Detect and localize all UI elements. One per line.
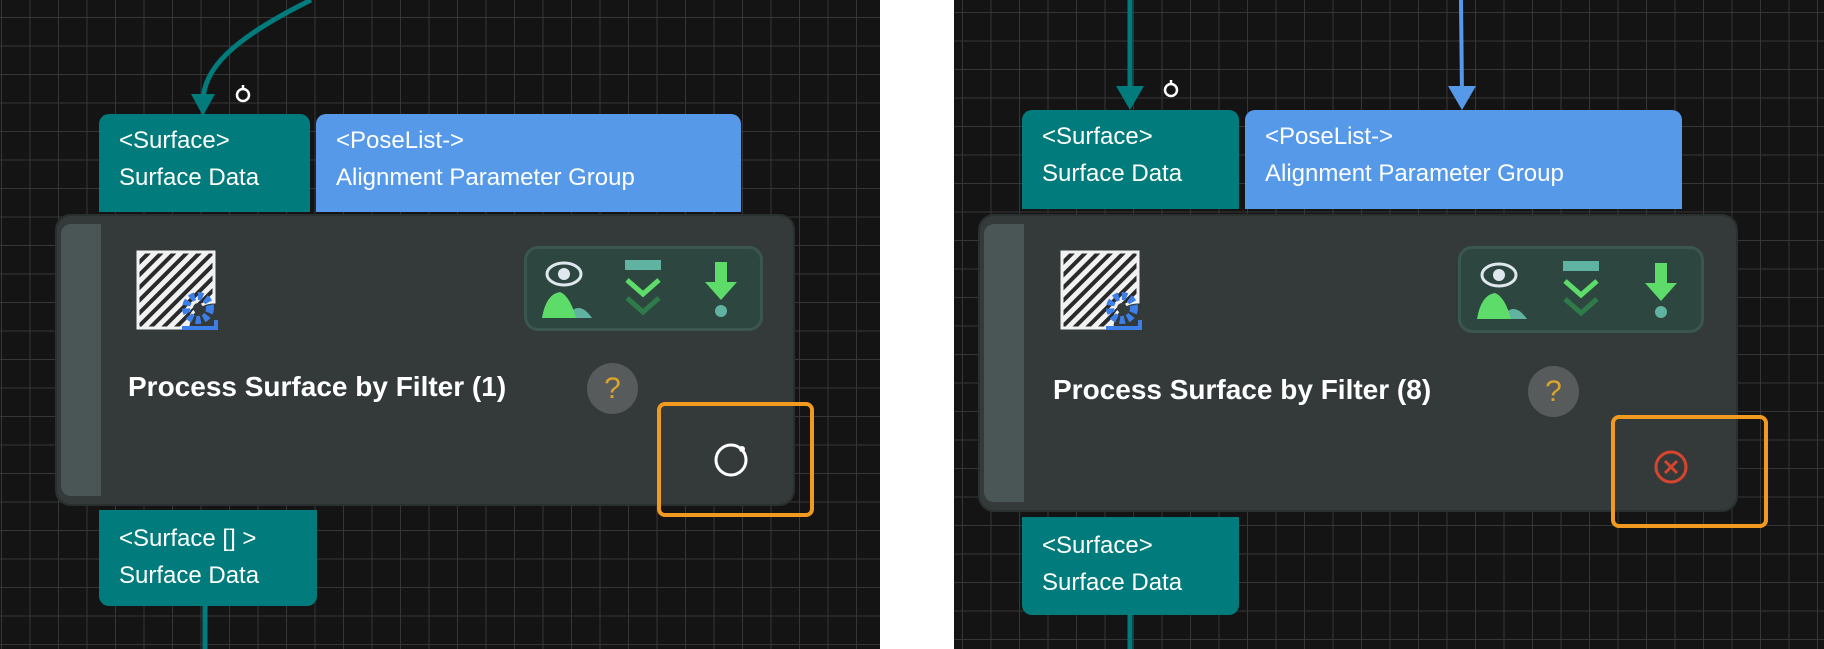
surface-filter-icon — [1060, 250, 1142, 330]
left-canvas: <Surface> Surface Data <PoseList-> Align… — [0, 0, 880, 649]
arrow-head — [191, 94, 215, 116]
port-name: Surface Data — [1042, 569, 1183, 596]
port-name: Surface Data — [119, 562, 260, 589]
download-icon[interactable] — [693, 258, 749, 320]
node-title: Process Surface by Filter (1) — [128, 371, 507, 402]
help-button[interactable]: ? — [1528, 366, 1579, 417]
port-type: <Surface> — [119, 127, 230, 154]
status-highlight-box — [1611, 415, 1768, 528]
download-icon[interactable] — [1633, 259, 1689, 321]
output-port-surface[interactable]: <Surface [] > Surface Data — [99, 510, 317, 606]
input-port-poselist[interactable]: <PoseList-> Alignment Parameter Group — [1245, 110, 1682, 209]
right-canvas: <Surface> Surface Data <PoseList-> Align… — [954, 0, 1824, 649]
input-wire — [200, 0, 313, 103]
node-side-strip — [61, 224, 101, 496]
surface-filter-icon — [136, 250, 218, 330]
small-refresh-icon — [1163, 80, 1179, 98]
small-refresh-icon — [235, 85, 251, 103]
port-name: Alignment Parameter Group — [336, 164, 635, 191]
port-name: Surface Data — [119, 164, 260, 191]
input-wire-poselist — [1459, 0, 1464, 97]
input-port-poselist[interactable]: <PoseList-> Alignment Parameter Group — [316, 114, 741, 212]
node-title: Process Surface by Filter (8) — [1053, 374, 1432, 405]
help-button[interactable]: ? — [587, 363, 638, 414]
status-highlight-box — [657, 402, 814, 517]
expand-output-icon[interactable] — [1553, 259, 1609, 321]
port-type: <Surface> — [1042, 532, 1153, 559]
node-side-strip — [984, 224, 1024, 502]
arrow-head — [1116, 86, 1144, 110]
arrow-head — [1448, 86, 1476, 110]
input-port-surface[interactable]: <Surface> Surface Data — [99, 114, 310, 212]
view-result-icon[interactable] — [538, 258, 594, 320]
port-type: <Surface [] > — [119, 525, 257, 552]
port-type: <Surface> — [1042, 123, 1153, 150]
port-name: Alignment Parameter Group — [1265, 160, 1564, 187]
port-type: <PoseList-> — [1265, 123, 1394, 150]
output-port-surface[interactable]: <Surface> Surface Data — [1022, 517, 1239, 615]
input-port-surface[interactable]: <Surface> Surface Data — [1022, 110, 1239, 209]
view-result-icon[interactable] — [1473, 259, 1529, 321]
port-type: <PoseList-> — [336, 127, 465, 154]
node-action-buttons — [1458, 246, 1704, 333]
expand-output-icon[interactable] — [615, 258, 671, 320]
port-name: Surface Data — [1042, 160, 1183, 187]
node-action-buttons — [524, 246, 763, 331]
